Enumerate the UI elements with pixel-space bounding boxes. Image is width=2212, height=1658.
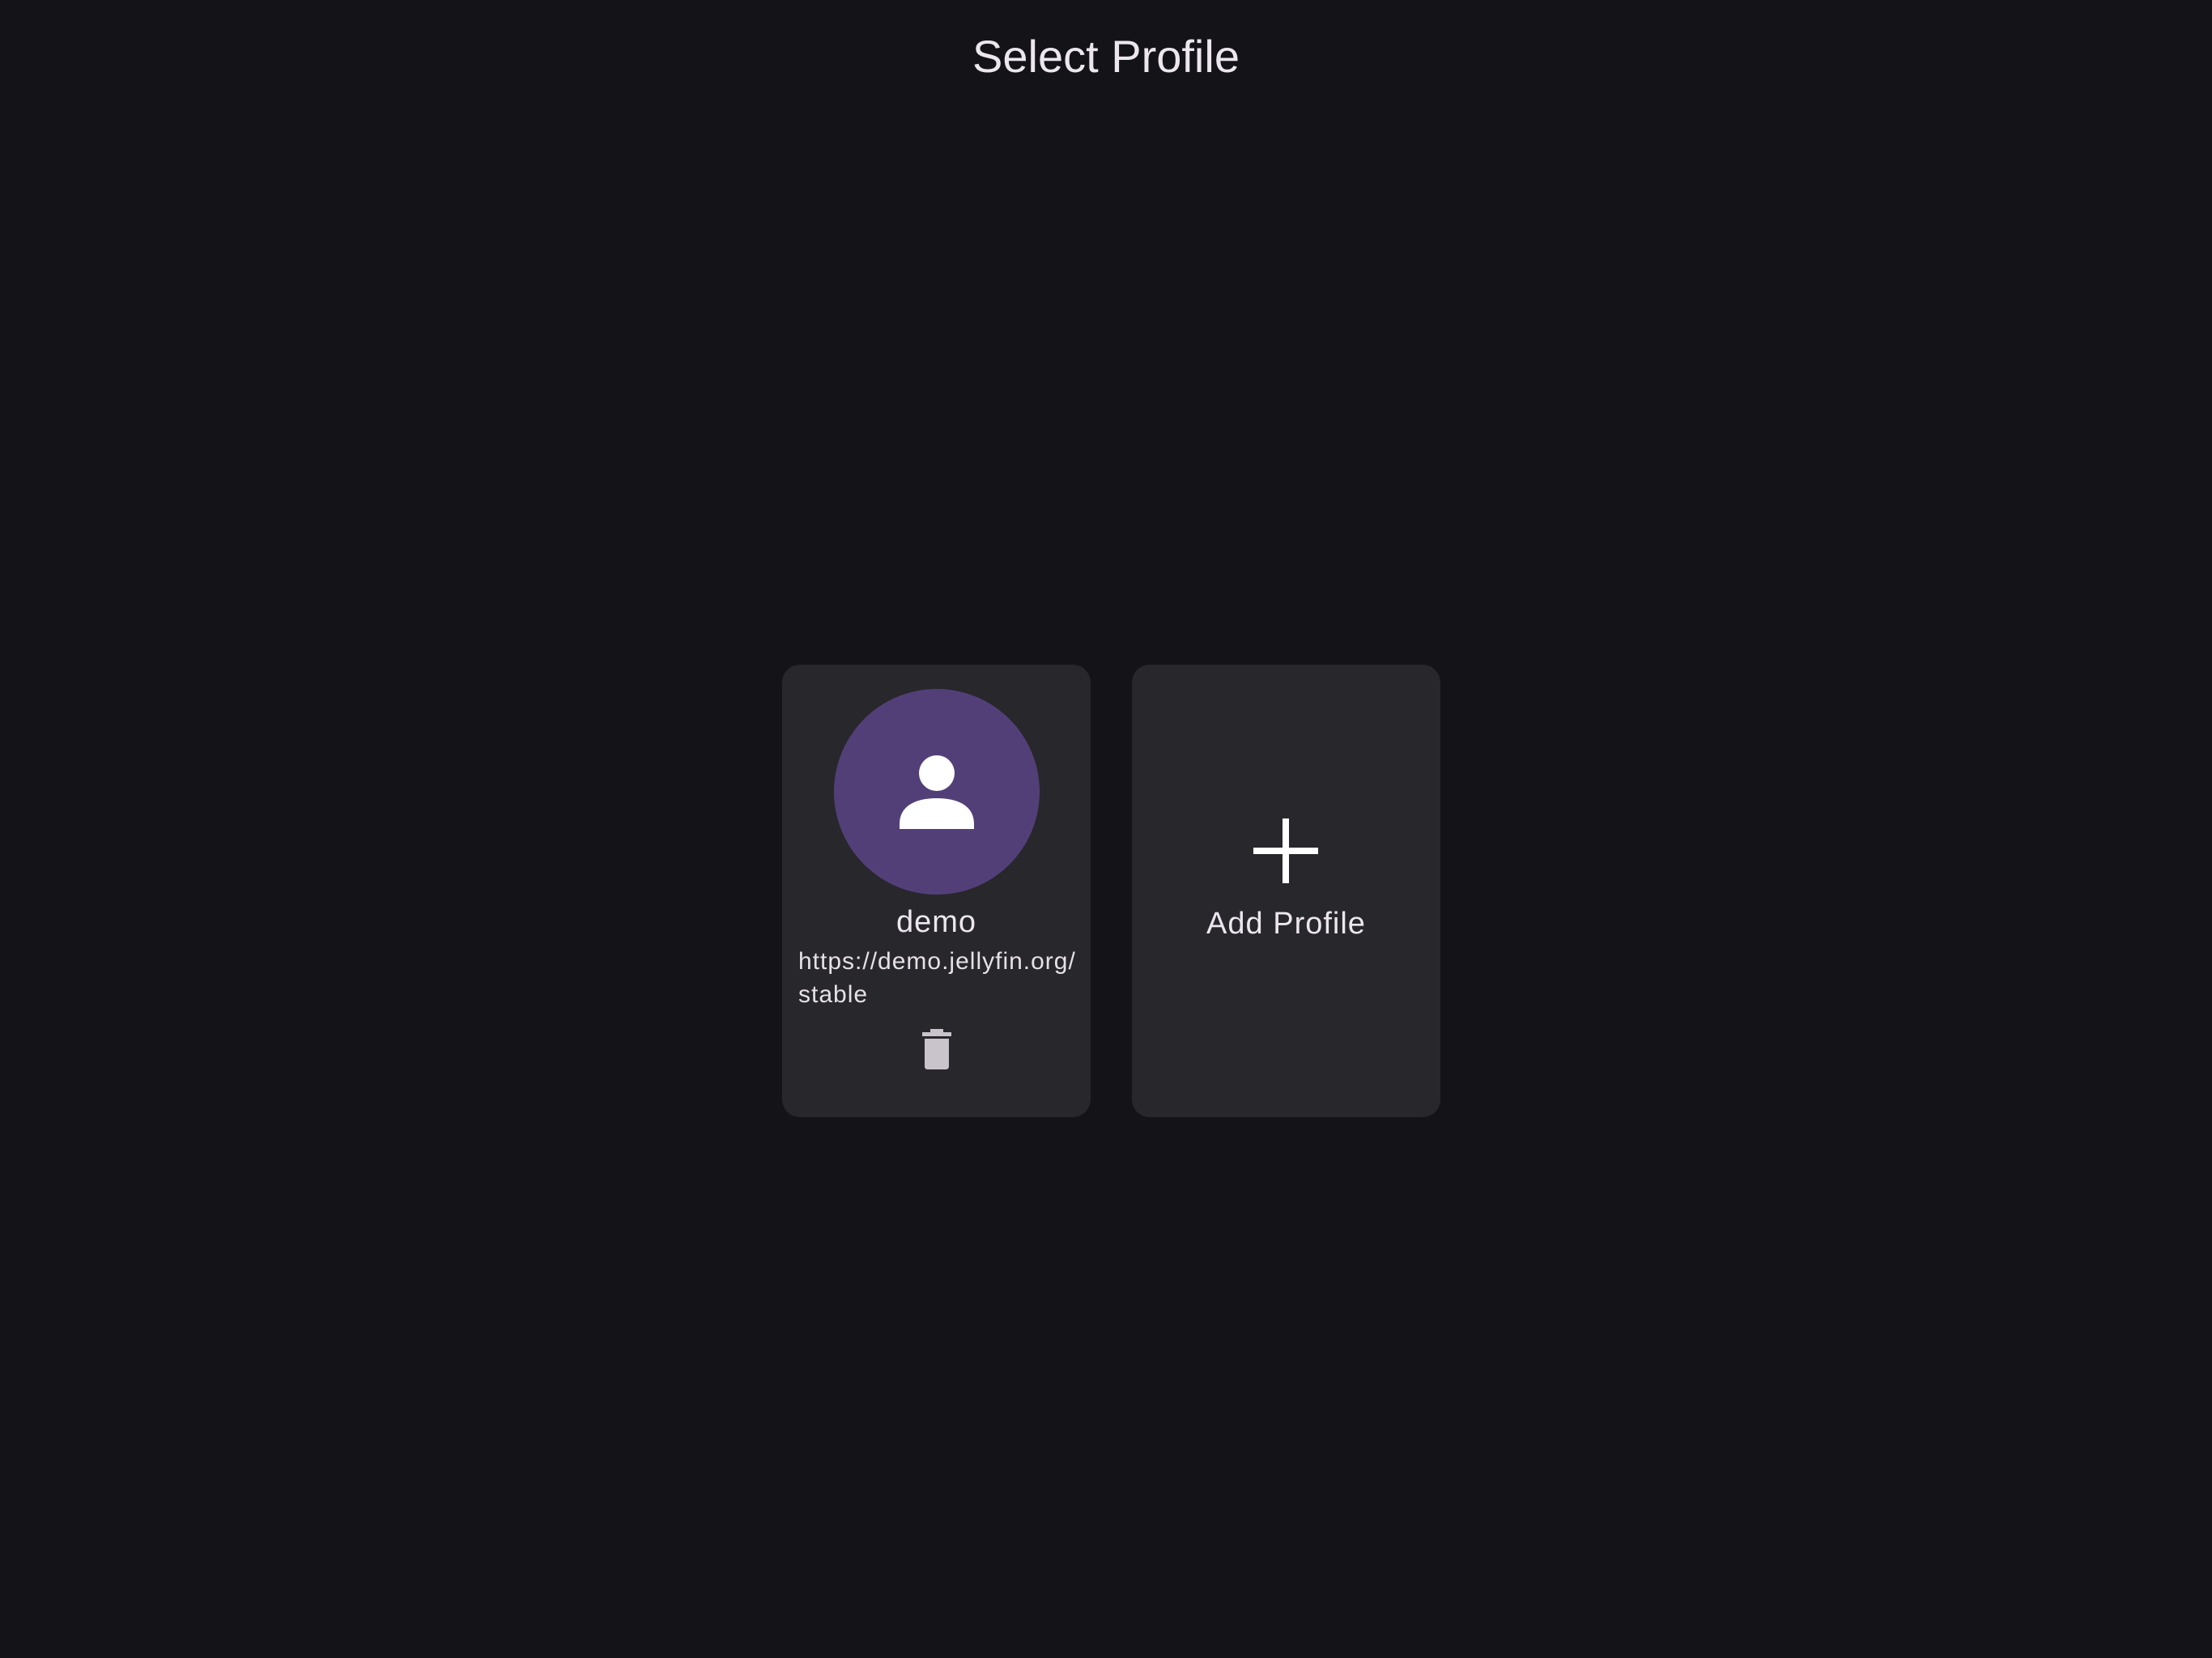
trash-icon xyxy=(922,1029,951,1069)
add-profile-label: Add Profile xyxy=(1206,907,1366,941)
profile-server-url: https://demo.jellyfin.org/stable xyxy=(798,948,1076,1008)
plus-icon xyxy=(1253,818,1318,883)
profile-name: demo xyxy=(895,905,977,939)
delete-profile-button[interactable] xyxy=(912,1024,962,1074)
profile-selection-screen: Select Profile demo https://demo.jellyfi… xyxy=(0,0,2212,1658)
avatar[interactable] xyxy=(834,689,1040,895)
profile-card-demo[interactable]: demo https://demo.jellyfin.org/stable xyxy=(782,665,1091,1117)
add-profile-button[interactable]: Add Profile xyxy=(1132,665,1440,1117)
person-icon xyxy=(900,755,974,829)
add-profile-card[interactable]: Add Profile xyxy=(1132,665,1440,1117)
page-title: Select Profile xyxy=(972,31,1240,82)
